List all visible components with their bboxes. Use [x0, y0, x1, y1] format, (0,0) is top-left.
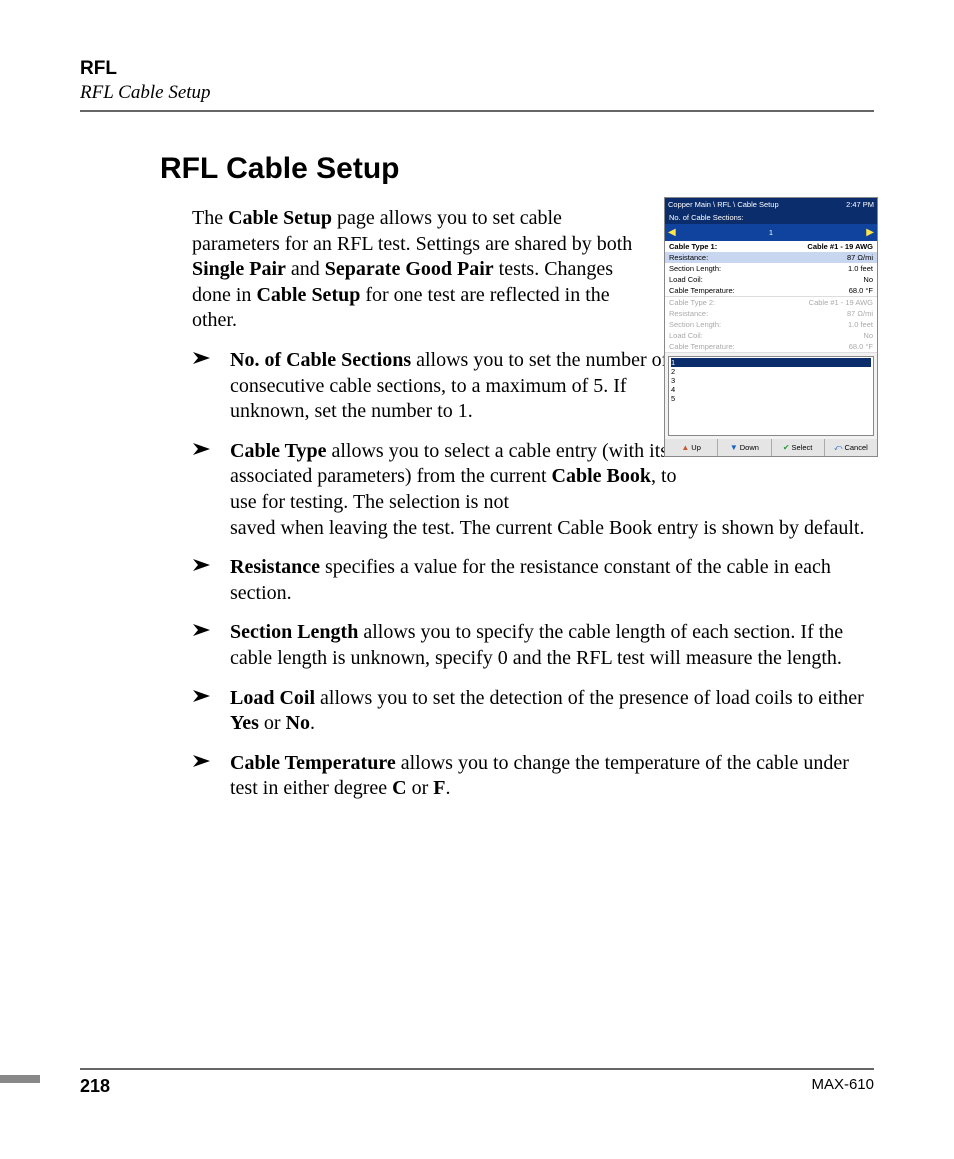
kv-val: 1.0 feet	[848, 264, 873, 273]
text: or	[259, 712, 286, 734]
bullet-arrow-icon	[192, 441, 216, 457]
softkey-label: Cancel	[844, 443, 867, 452]
list-item[interactable]: 3	[671, 376, 871, 385]
list-item: Resistance specifies a value for the res…	[192, 555, 874, 606]
kv-val: 68.0 °F	[849, 286, 873, 295]
list-item[interactable]: 1	[671, 358, 871, 367]
section-title: RFL Cable Setup	[160, 152, 874, 186]
page-header-category: RFL	[80, 58, 874, 80]
list-item[interactable]: 2	[671, 367, 871, 376]
text: specifies a value for the resistance con…	[230, 556, 831, 604]
intro-paragraph: The Cable Setup page allows you to set c…	[192, 206, 652, 334]
shot-titlebar: Copper Main \ RFL \ Cable Setup 2:47 PM	[665, 198, 877, 211]
kv-val: Cable #1 - 19 AWG	[807, 242, 873, 251]
text-bold: Cable Setup	[256, 284, 360, 306]
bullet-arrow-icon	[192, 350, 216, 366]
kv-val: 87 Ω/mi	[847, 309, 873, 318]
kv-val: No	[863, 275, 873, 284]
chevron-right-icon[interactable]: ▶	[866, 228, 874, 238]
text-bold: Cable Setup	[228, 207, 332, 229]
triangle-down-icon: ▼	[730, 443, 738, 452]
shot-number-spinner[interactable]: ◀ 1 ▶	[665, 224, 877, 241]
embedded-screenshot: Copper Main \ RFL \ Cable Setup 2:47 PM …	[664, 197, 878, 457]
kv-key: Cable Temperature:	[669, 286, 735, 295]
shot-section1: Cable Type 1: Cable #1 - 19 AWG Resistanc…	[665, 241, 877, 297]
list-item[interactable]: 5	[671, 394, 871, 403]
text-bold: F	[433, 777, 445, 799]
kv-val: No	[863, 331, 873, 340]
page-edge-marker	[0, 1075, 40, 1083]
shot-spinner-value: 1	[769, 228, 773, 237]
shot-breadcrumb: Copper Main \ RFL \ Cable Setup	[668, 200, 779, 209]
text-bold: No	[286, 712, 310, 734]
shot-section2: Cable Type 2: Cable #1 - 19 AWG Resistanc…	[665, 297, 877, 353]
kv-key: Load Coil:	[669, 275, 703, 284]
kv-key: Cable Temperature:	[669, 342, 735, 351]
chevron-left-icon[interactable]: ◀	[668, 228, 676, 238]
bullet-arrow-icon	[192, 622, 216, 638]
text: allows you to set the detection of the p…	[315, 687, 864, 709]
text-bold: Cable Temperature	[230, 752, 396, 774]
text: .	[310, 712, 315, 734]
shot-softkeys: ▲Up ▼Down ✔Select ⤺Cancel	[665, 439, 877, 456]
triangle-up-icon: ▲	[681, 443, 689, 452]
up-button[interactable]: ▲Up	[665, 439, 717, 456]
softkey-label: Select	[792, 443, 813, 452]
bullet-arrow-icon	[192, 753, 216, 769]
kv-key: Cable Type 1:	[669, 242, 717, 251]
shot-listbox[interactable]: 1 2 3 4 5	[668, 356, 874, 436]
kv-key: Load Coil:	[669, 331, 703, 340]
text-bold: Cable Book	[552, 465, 651, 487]
back-arrow-icon: ⤺	[834, 443, 843, 453]
kv-key: Resistance:	[669, 309, 708, 318]
text-bold: C	[392, 777, 406, 799]
select-button[interactable]: ✔Select	[771, 439, 824, 456]
shot-field-label: No. of Cable Sections:	[665, 211, 877, 224]
table-row[interactable]: Resistance: 87 Ω/mi	[665, 252, 877, 263]
kv-val: Cable #1 - 19 AWG	[809, 298, 873, 307]
bullet-arrow-icon	[192, 688, 216, 704]
check-icon: ✔	[783, 443, 790, 452]
text: .	[446, 777, 451, 799]
page-number: 218	[80, 1076, 110, 1097]
shot-clock: 2:47 PM	[846, 200, 874, 209]
kv-val: 1.0 feet	[848, 320, 873, 329]
softkey-label: Up	[691, 443, 701, 452]
kv-key: Section Length:	[669, 264, 721, 273]
text-bold: Load Coil	[230, 687, 315, 709]
bullet-arrow-icon	[192, 557, 216, 573]
kv-val: 87 Ω/mi	[847, 253, 873, 262]
text: saved when leaving the test. The current…	[230, 517, 864, 539]
list-item: Load Coil allows you to set the detectio…	[192, 686, 874, 737]
text-bold: Cable Type	[230, 440, 327, 462]
text: The	[192, 207, 228, 229]
softkey-label: Down	[740, 443, 759, 452]
device-model: MAX-610	[811, 1076, 874, 1097]
cancel-button[interactable]: ⤺Cancel	[824, 439, 877, 456]
text-bold: Single Pair	[192, 258, 286, 280]
text: or	[407, 777, 434, 799]
kv-key: Cable Type 2:	[669, 298, 715, 307]
text-bold: Section Length	[230, 621, 358, 643]
page-footer: 218 MAX-610	[80, 1068, 874, 1097]
text-bold: Resistance	[230, 556, 320, 578]
text-bold: Separate Good Pair	[325, 258, 494, 280]
text: and	[286, 258, 325, 280]
kv-key: Section Length:	[669, 320, 721, 329]
page-header-subtext: RFL Cable Setup	[80, 82, 874, 104]
down-button[interactable]: ▼Down	[717, 439, 770, 456]
kv-key: Resistance:	[669, 253, 708, 262]
list-item: Cable Temperature allows you to change t…	[192, 751, 874, 802]
text-bold: Yes	[230, 712, 259, 734]
list-item[interactable]: 4	[671, 385, 871, 394]
text-bold: No. of Cable Sections	[230, 349, 411, 371]
list-item: Section Length allows you to specify the…	[192, 620, 874, 671]
kv-val: 68.0 °F	[849, 342, 873, 351]
page-header: RFL RFL Cable Setup	[80, 58, 874, 112]
